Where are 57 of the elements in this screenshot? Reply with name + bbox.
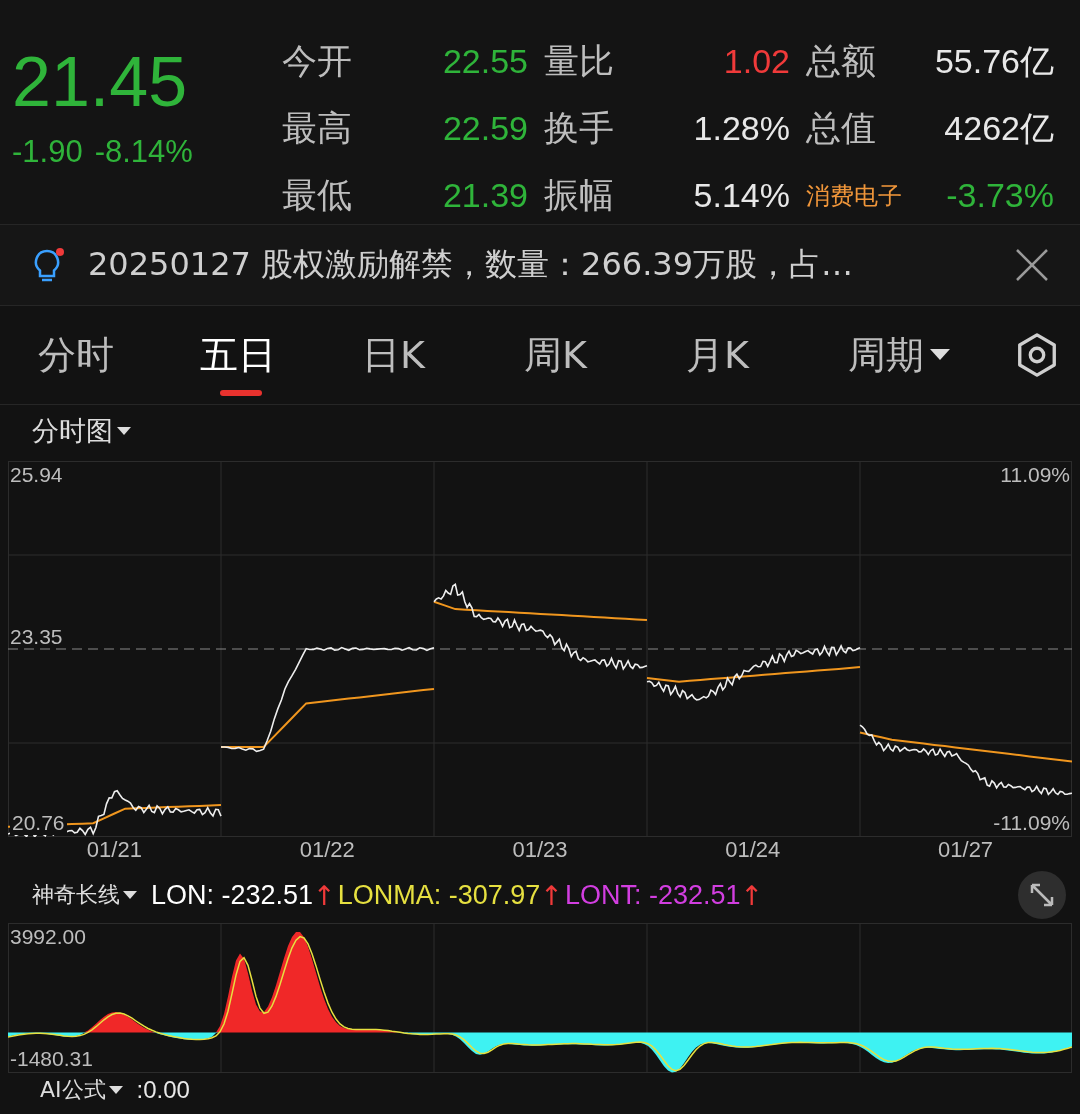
notice-bar[interactable]: 20250127 股权激励解禁，数量：266.39万股，占…: [0, 225, 1080, 306]
stat-value: 4262亿: [944, 107, 1055, 149]
period-dropdown[interactable]: 周期: [848, 306, 1010, 404]
expand-icon[interactable]: [1018, 871, 1066, 919]
period-tab[interactable]: 五日: [200, 306, 362, 404]
last-price: 21.45: [12, 42, 189, 122]
close-icon[interactable]: [1014, 247, 1050, 283]
indicator-value: LONT: -232.51: [564, 879, 741, 911]
trend-arrow: ↑: [313, 879, 336, 911]
stat-value: 21.39: [442, 176, 529, 215]
axis-label: 23.35: [10, 625, 63, 649]
indicator-value: LON: -232.51: [151, 879, 314, 911]
stat-label: 振幅: [544, 174, 614, 217]
date-label: 01/27: [937, 837, 995, 864]
date-label: 01/21: [85, 837, 143, 864]
axis-label: 3992.00: [10, 925, 86, 949]
notice-text: 20250127 股权激励解禁，数量：266.39万股，占…: [88, 244, 854, 285]
axis-label: -11.09%: [993, 811, 1070, 835]
period-tab[interactable]: 周K: [524, 306, 686, 404]
trend-arrow: ↑: [540, 879, 563, 911]
date-label: 01/22: [298, 837, 356, 864]
stat-value: -3.73%: [946, 176, 1055, 215]
caret-icon: [123, 891, 137, 899]
formula-dropdown[interactable]: AI公式: [40, 1075, 123, 1105]
indicator-value: LONMA: -307.97: [337, 879, 541, 911]
axis-label: -1480.31: [10, 1047, 93, 1071]
date-label: 01/24: [724, 837, 782, 864]
axis-label: 25.94: [10, 463, 63, 487]
stat-label: 量比: [544, 40, 614, 83]
stat-label: 最高: [282, 107, 352, 150]
caret-icon: [930, 349, 950, 361]
stat-label: 消费电子: [806, 180, 902, 212]
period-tab[interactable]: 日K: [362, 306, 524, 404]
stat-label: 总额: [806, 40, 876, 83]
formula-value: :0.00: [136, 1076, 190, 1104]
stat-value: 22.59: [442, 109, 529, 148]
lightbulb-icon: [32, 247, 66, 283]
chart-type-dropdown[interactable]: 分时图: [0, 405, 1080, 457]
price-change: -1.90: [12, 134, 83, 170]
stat-label: 今开: [282, 40, 352, 83]
period-tab[interactable]: 月K: [686, 306, 848, 404]
stat-label: 最低: [282, 174, 352, 217]
stat-value: 5.14%: [693, 176, 791, 215]
stat-label: 总值: [806, 107, 876, 150]
indicator-dropdown[interactable]: 神奇长线: [32, 880, 137, 910]
stat-label: 换手: [544, 107, 614, 150]
percent-change: -8.14%: [94, 134, 193, 170]
axis-label: 11.09%: [1000, 463, 1070, 487]
stat-value: 1.28%: [693, 109, 791, 148]
stat-value: 22.55: [442, 42, 529, 81]
caret-icon: [108, 1086, 123, 1094]
caret-icon: [117, 427, 131, 435]
trend-arrow: ↑: [740, 879, 764, 911]
period-tab[interactable]: 分时: [38, 306, 200, 404]
date-label: 01/23: [511, 837, 569, 864]
stat-value: 55.76亿: [934, 40, 1055, 82]
stat-value: 1.02: [723, 42, 791, 81]
